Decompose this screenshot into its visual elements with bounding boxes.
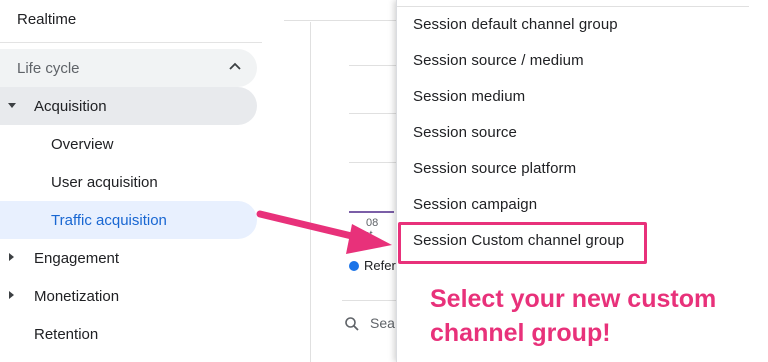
x-tick-month: ct <box>364 229 373 241</box>
sidebar-item-acquisition[interactable]: Acquisition <box>0 87 257 125</box>
annotation-line: channel group! <box>430 319 611 347</box>
chart-baseline <box>349 211 394 213</box>
card-border <box>310 22 311 362</box>
sidebar-item-realtime[interactable]: Realtime <box>17 0 76 38</box>
sidebar-item-user-acquisition[interactable]: User acquisition <box>51 163 158 201</box>
menu-item-session-source[interactable]: Session source <box>413 124 517 141</box>
menu-item-session-medium[interactable]: Session medium <box>413 88 525 105</box>
annotation-line: Select your new custom <box>430 285 717 313</box>
highlight-box <box>398 222 647 264</box>
sidebar-item-engagement[interactable]: Engagement <box>0 239 257 277</box>
sidebar-item-label: Engagement <box>34 249 120 267</box>
sidebar-item-label: User acquisition <box>51 173 158 191</box>
caret-down-icon <box>8 103 16 108</box>
legend-label[interactable]: Refer <box>364 258 396 273</box>
sidebar-item-traffic-acquisition[interactable]: Traffic acquisition <box>0 201 257 239</box>
sidebar-item-label: Realtime <box>17 10 77 28</box>
chevron-up-icon[interactable] <box>228 60 242 74</box>
sidebar-item-retention[interactable]: Retention <box>34 315 98 353</box>
caret-right-icon <box>9 253 14 261</box>
caret-right-icon <box>9 291 14 299</box>
sidebar-section-label: Life cycle <box>17 59 80 77</box>
sidebar-section-lifecycle[interactable]: Life cycle <box>0 49 257 87</box>
divider <box>0 42 262 43</box>
sidebar-item-label: Retention <box>34 325 99 343</box>
divider <box>397 6 749 7</box>
annotation-callout: Select your new custom channel group! <box>430 282 760 350</box>
sidebar-item-label: Overview <box>51 135 114 153</box>
search-input[interactable]: Sea <box>370 315 395 331</box>
divider <box>342 300 402 301</box>
sidebar-item-overview[interactable]: Overview <box>51 125 114 163</box>
legend-dot <box>349 261 359 271</box>
sidebar-item-label: Monetization <box>34 287 120 305</box>
menu-item-session-source-platform[interactable]: Session source platform <box>413 160 576 177</box>
menu-item-session-source-medium[interactable]: Session source / medium <box>413 52 584 69</box>
sidebar-item-monetization[interactable]: Monetization <box>0 277 257 315</box>
sidebar-item-label: Acquisition <box>34 97 107 115</box>
x-tick-day: 08 <box>366 217 379 229</box>
sidebar: Realtime Life cycle Acquisition Overview… <box>0 0 262 362</box>
search-icon <box>345 317 359 331</box>
sidebar-item-label: Traffic acquisition <box>51 211 167 229</box>
menu-item-session-campaign[interactable]: Session campaign <box>413 196 537 213</box>
menu-item-session-default-channel-group[interactable]: Session default channel group <box>413 16 618 33</box>
divider <box>284 20 404 21</box>
